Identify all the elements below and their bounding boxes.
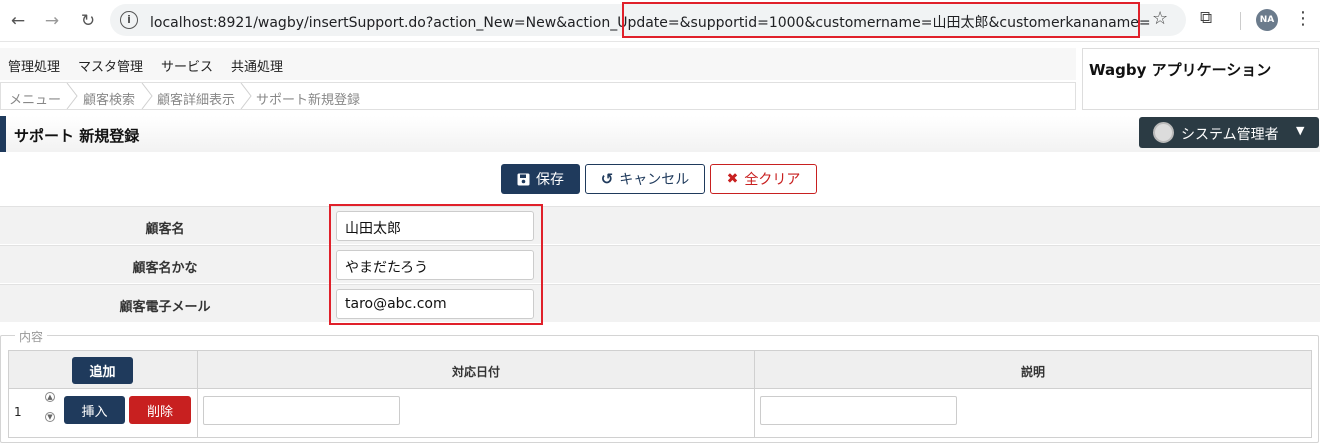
breadcrumb-separator-icon: [240, 83, 252, 109]
url-params-highlight: [622, 2, 1140, 38]
form-fields-highlight: [329, 204, 543, 325]
app-title-box: Wagby アプリケーション: [1082, 48, 1319, 110]
breadcrumb-separator-icon: [66, 83, 78, 109]
breadcrumb-separator-icon: [141, 83, 153, 109]
content-table: 追加 対応日付 説明 1 ▲ ▼ 挿入 削除: [8, 350, 1312, 438]
column-header-description: 説明: [1020, 365, 1045, 379]
content-legend: 内容: [15, 328, 48, 345]
reload-icon[interactable]: ↻: [76, 9, 100, 33]
move-up-icon[interactable]: ▲: [45, 392, 55, 402]
cancel-button[interactable]: ↺ キャンセル: [585, 164, 705, 194]
row-index: 1: [14, 405, 22, 419]
page-title: サポート 新規登録: [14, 127, 140, 145]
main-menu-bar: 管理処理 マスタ管理 サービス 共通処理: [0, 48, 1076, 80]
cancel-label: キャンセル: [619, 172, 690, 188]
undo-icon: ↺: [600, 170, 614, 188]
customer-name-label: 顧客名: [145, 222, 185, 237]
clear-label: 全クリア: [744, 172, 801, 188]
move-down-icon[interactable]: ▼: [45, 412, 55, 422]
floppy-disk-icon: [517, 173, 530, 185]
description-input[interactable]: [760, 396, 957, 425]
clear-all-button[interactable]: ✖ 全クリア: [710, 164, 817, 194]
menu-item-master[interactable]: マスタ管理: [78, 56, 143, 75]
user-name: システム管理者: [1181, 127, 1279, 143]
delete-row-button[interactable]: 削除: [129, 396, 191, 424]
insert-row-button[interactable]: 挿入: [64, 396, 125, 424]
save-button[interactable]: 保存: [501, 164, 580, 194]
content-fieldset: 内容 追加 対応日付 説明 1 ▲ ▼ 挿入 削除: [0, 328, 1319, 443]
form-row-customer-name: 顧客名 山田太郎: [0, 206, 1320, 244]
user-menu-button[interactable]: システム管理者 ▼: [1139, 117, 1319, 148]
add-row-button[interactable]: 追加: [72, 357, 133, 384]
menu-item-service[interactable]: サービス: [161, 56, 213, 75]
app-title: Wagby アプリケーション: [1089, 61, 1272, 79]
save-label: 保存: [536, 172, 564, 188]
forward-icon[interactable]: →: [40, 9, 64, 33]
breadcrumb: メニュー 顧客検索 顧客詳細表示 サポート新規登録: [0, 82, 1076, 110]
bookmark-star-icon[interactable]: ☆: [1152, 8, 1168, 29]
toolbar-divider: [1240, 12, 1241, 30]
site-info-icon[interactable]: i: [120, 11, 138, 29]
date-input[interactable]: [203, 396, 400, 425]
menu-item-admin[interactable]: 管理処理: [8, 56, 60, 75]
page-title-bar: サポート 新規登録: [0, 116, 1320, 152]
browser-toolbar: ← → ↻ i localhost:8921/wagby/insertSuppo…: [0, 0, 1320, 42]
user-avatar-icon: [1153, 122, 1174, 143]
extensions-icon[interactable]: ⧉: [1200, 8, 1212, 28]
menu-item-common[interactable]: 共通処理: [231, 56, 283, 75]
breadcrumb-customer-detail[interactable]: 顧客詳細表示: [157, 89, 235, 108]
close-icon: ✖: [726, 171, 739, 187]
title-accent: [0, 116, 6, 152]
form-row-customer-kana: 顧客名かな やまだたろう: [0, 245, 1320, 283]
breadcrumb-current: サポート新規登録: [256, 93, 361, 108]
back-icon[interactable]: ←: [6, 9, 30, 33]
caret-down-icon: ▼: [1296, 124, 1305, 137]
column-header-date: 対応日付: [451, 365, 500, 379]
breadcrumb-menu[interactable]: メニュー: [9, 89, 61, 108]
breadcrumb-customer-search[interactable]: 顧客検索: [83, 89, 135, 108]
form-row-customer-email: 顧客電子メール taro@abc.com: [0, 284, 1320, 322]
profile-avatar[interactable]: NA: [1256, 9, 1278, 31]
customer-email-label: 顧客電子メール: [119, 300, 211, 315]
browser-menu-icon[interactable]: ⋮: [1294, 8, 1312, 29]
customer-kana-label: 顧客名かな: [132, 261, 198, 276]
